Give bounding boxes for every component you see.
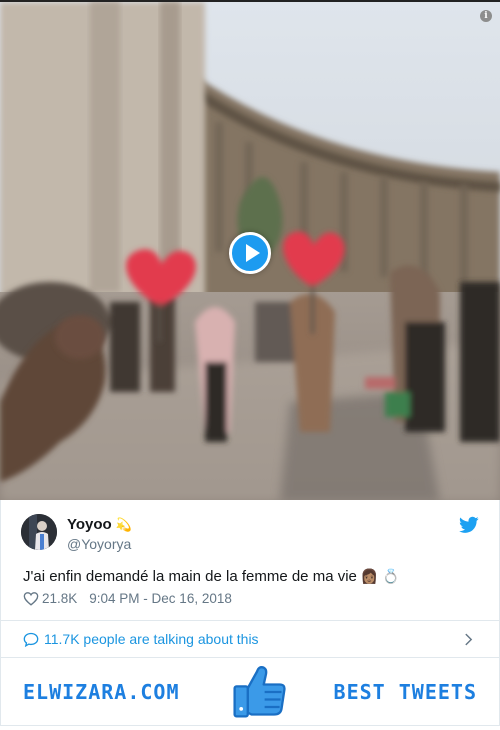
woman-ring-emoji: 👩🏽 💍 [360, 568, 400, 584]
tweet-card[interactable]: Yoyoo 💫 @Yoyorya J'ai enfin demandé la ma… [0, 500, 500, 620]
avatar-image [21, 514, 57, 550]
site-banner: ELWIZARA.COM BEST TWEETS [0, 658, 500, 726]
user-name[interactable]: Yoyoo 💫 [67, 516, 132, 533]
conversation-text[interactable]: 11.7K people are talking about this [44, 631, 259, 647]
heart-icon[interactable] [23, 591, 39, 606]
user-handle[interactable]: @Yoyorya [67, 536, 131, 552]
twitter-bird-icon[interactable] [459, 516, 479, 534]
avatar[interactable] [21, 514, 57, 550]
dizzy-icon: 💫 [115, 517, 132, 532]
banner-tagline[interactable]: BEST TWEETS [334, 680, 477, 704]
tweet-video[interactable]: i [0, 0, 500, 500]
speech-bubble-icon [23, 632, 39, 647]
like-count[interactable]: 21.8K [42, 591, 77, 606]
tweet-text-body: J'ai enfin demandé la main de la femme d… [23, 568, 357, 585]
tweet-timestamp[interactable]: 9:04 PM - Dec 16, 2018 [89, 591, 232, 606]
info-icon[interactable]: i [480, 10, 492, 22]
banner-site-name[interactable]: ELWIZARA.COM [23, 680, 180, 704]
conversation-link[interactable]: 11.7K people are talking about this [0, 620, 500, 658]
tweet-meta: 21.8K 9:04 PM - Dec 16, 2018 [23, 591, 232, 606]
play-button[interactable] [229, 232, 271, 274]
tweet-text: J'ai enfin demandé la main de la femme d… [23, 568, 400, 585]
chevron-right-icon[interactable] [464, 633, 473, 646]
user-name-text: Yoyoo [67, 516, 112, 533]
thumbs-up-icon [233, 665, 286, 718]
